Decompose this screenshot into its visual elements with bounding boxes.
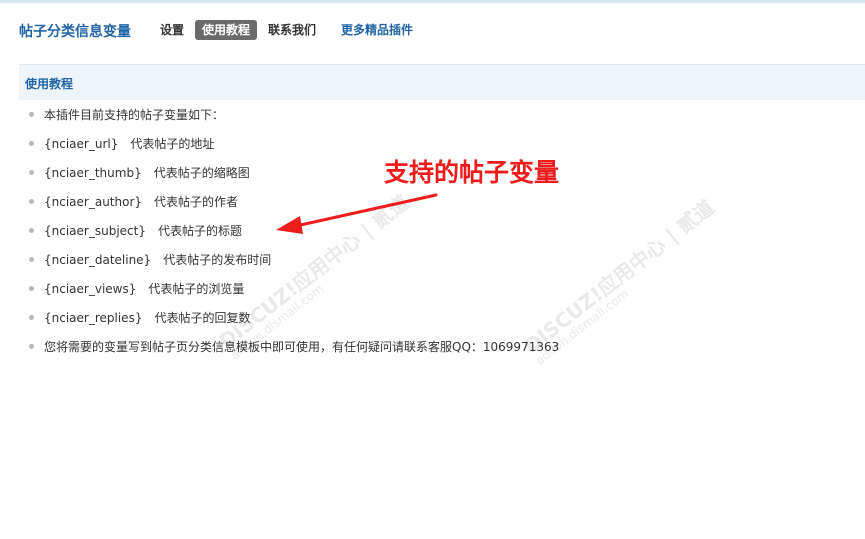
annotation-arrow-icon <box>276 193 438 234</box>
plugin-admin-page: DISCUZ!应用中心 | 贰道 addon.dismall.com DISCU… <box>0 0 865 539</box>
